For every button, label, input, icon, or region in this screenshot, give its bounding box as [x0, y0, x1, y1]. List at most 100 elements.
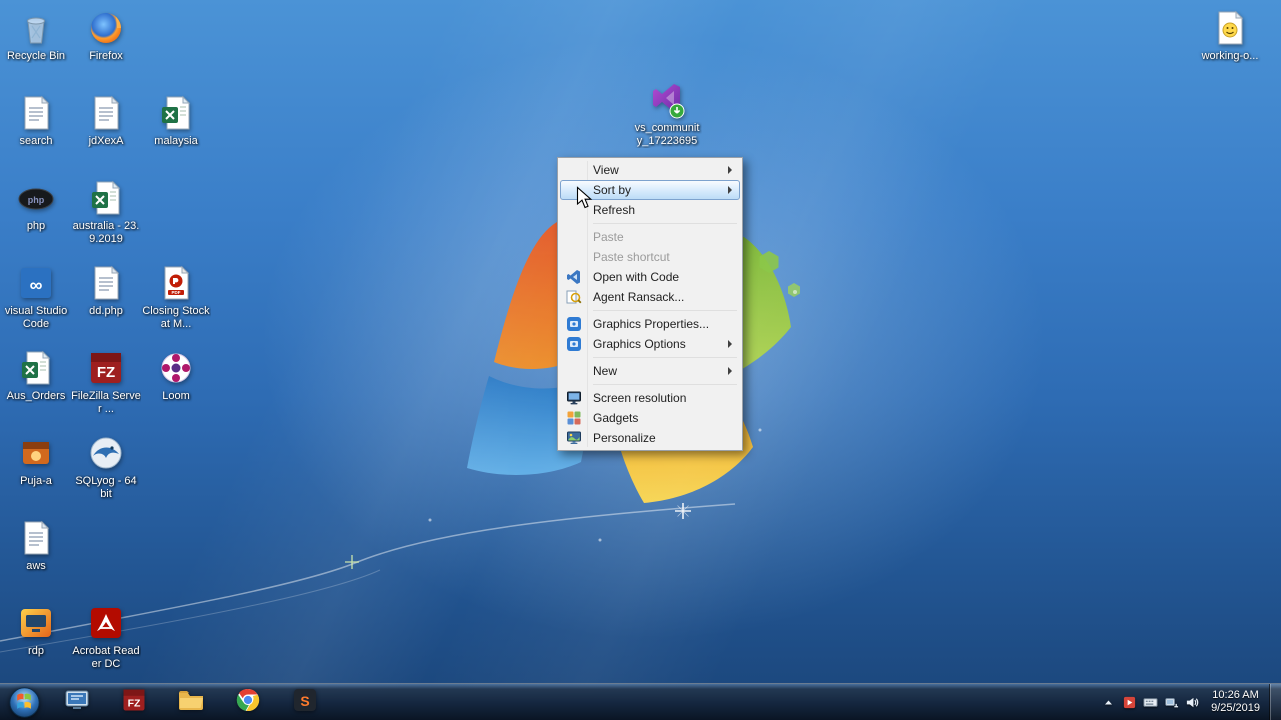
desktop-icon-label: search	[19, 135, 53, 147]
hidden-icons-chevron-icon[interactable]	[1098, 684, 1119, 720]
desktop-icon-recycle-bin[interactable]: Recycle Bin	[1, 8, 71, 63]
menu-separator	[593, 357, 737, 358]
menu-item-refresh[interactable]: Refresh	[560, 200, 740, 220]
menu-item-label: New	[593, 364, 618, 378]
taskbar-clock[interactable]: 10:26 AM 9/25/2019	[1203, 689, 1269, 715]
clock-date: 9/25/2019	[1211, 702, 1260, 714]
menu-item-label: Paste	[593, 230, 624, 244]
taskbar-button-remote-desktop[interactable]	[48, 684, 105, 720]
menu-item-gadgets[interactable]: Gadgets	[560, 408, 740, 428]
desktop-icon-label: Closing Stock at M...	[142, 305, 210, 330]
desktop-icon-label: php	[26, 220, 46, 232]
tray-app-icon[interactable]	[1119, 684, 1140, 720]
desktop-icon-label: aws	[26, 560, 46, 572]
network-icon[interactable]	[1161, 684, 1182, 720]
desktop-icon-label: Aus_Orders	[6, 390, 66, 402]
menu-item-label: Personalize	[593, 431, 656, 445]
desktop-icon-label: FileZilla Server ...	[71, 390, 141, 415]
vscode-icon: ∞	[16, 263, 56, 303]
desktop-icon-filezilla-server[interactable]: FZ FileZilla Server ...	[71, 348, 141, 416]
svg-text:∞: ∞	[30, 275, 43, 295]
desktop-icon-australia-23-9-2019[interactable]: australia - 23.9.2019	[71, 178, 141, 246]
menu-separator	[593, 310, 737, 311]
menu-item-graphics-properties[interactable]: Graphics Properties...	[560, 314, 740, 334]
gadgets-icon	[561, 410, 587, 426]
svg-text:PDF: PDF	[172, 290, 181, 295]
desktop-icon-loom[interactable]: Loom	[141, 348, 211, 403]
keyboard-icon[interactable]	[1140, 684, 1161, 720]
desktop-icon-rdp[interactable]: rdp	[1, 603, 71, 658]
desktop-icon-vs-community-17223695[interactable]: vs_community_17223695	[632, 80, 702, 148]
desktop-icon-acrobat-reader-dc[interactable]: Acrobat Reader DC	[71, 603, 141, 671]
menu-item-label: Sort by	[593, 183, 632, 197]
menu-item-label: Gadgets	[593, 411, 639, 425]
sqlyog-icon	[86, 433, 126, 473]
desktop-icon-dd-php[interactable]: dd.php	[71, 263, 141, 318]
windows-logo-icon	[8, 686, 40, 718]
menu-item-view[interactable]: View	[560, 160, 740, 180]
menu-separator	[593, 384, 737, 385]
desktop-icon-aws[interactable]: aws	[1, 518, 71, 573]
text-doc-icon	[16, 518, 56, 558]
taskbar-button-chrome[interactable]	[219, 684, 276, 720]
submenu-arrow-icon	[728, 340, 732, 348]
menu-item-personalize[interactable]: Personalize	[560, 428, 740, 448]
menu-item-screen-resolution[interactable]: Screen resolution	[560, 388, 740, 408]
vs-community-icon	[647, 80, 687, 120]
menu-item-paste: Paste	[560, 227, 740, 247]
php-icon: php	[16, 178, 56, 218]
menu-item-label: View	[593, 163, 619, 177]
desktop-icon-sqlyog-64-bit[interactable]: SQLyog - 64 bit	[71, 433, 141, 501]
menu-item-new[interactable]: New	[560, 361, 740, 381]
personalize-icon	[561, 430, 587, 446]
text-doc-icon	[86, 263, 126, 303]
taskbar-buttons: FZ S	[48, 684, 333, 720]
desktop-icon-jdxexa[interactable]: jdXexA	[71, 93, 141, 148]
desktop-icon-malaysia[interactable]: malaysia	[141, 93, 211, 148]
desktop-icon-aus-orders[interactable]: Aus_Orders	[1, 348, 71, 403]
desktop-icon-label: jdXexA	[88, 135, 124, 147]
taskbar-button-filezilla[interactable]: FZ	[105, 684, 162, 720]
menu-item-open-with-code[interactable]: Open with Code	[560, 267, 740, 287]
desktop-icon-puja-a[interactable]: Puja-a	[1, 433, 71, 488]
recycle-bin-icon	[16, 8, 56, 48]
rdp-icon	[16, 603, 56, 643]
desktop-icon-working-o[interactable]: working-o...	[1195, 8, 1265, 63]
menu-item-agent-ransack[interactable]: Agent Ransack...	[560, 287, 740, 307]
desktop-icon-label: Acrobat Reader DC	[72, 645, 140, 670]
desktop-icon-php[interactable]: php php	[1, 178, 71, 233]
menu-item-paste-shortcut: Paste shortcut	[560, 247, 740, 267]
context-menu: View Sort by Refresh Paste Paste shortcut Ope…	[557, 157, 743, 451]
screen-resolution-icon	[561, 390, 587, 406]
menu-item-sort-by[interactable]: Sort by	[560, 180, 740, 200]
taskbar-button-explorer[interactable]	[162, 684, 219, 720]
ransack-icon	[561, 289, 587, 305]
desktop-icon-label: Recycle Bin	[6, 50, 66, 62]
chrome-icon	[234, 686, 262, 719]
clock-time: 10:26 AM	[1212, 689, 1259, 701]
desktop-icon-label: vs_community_17223695	[634, 122, 700, 147]
intel-graphics-icon	[561, 316, 587, 332]
menu-item-label: Graphics Properties...	[593, 317, 710, 331]
menu-item-label: Screen resolution	[593, 391, 687, 405]
explorer-icon	[177, 686, 205, 719]
svg-text:S: S	[300, 693, 309, 709]
desktop-icon-label: visual Studio Code	[4, 305, 68, 330]
firefox-icon	[86, 8, 126, 48]
desktop-icon-visual-studio-code[interactable]: ∞ visual Studio Code	[1, 263, 71, 331]
volume-icon[interactable]	[1182, 684, 1203, 720]
excel-icon	[86, 178, 126, 218]
start-button[interactable]	[0, 684, 48, 720]
desktop-icon-closing-stock-at-m[interactable]: PDF Closing Stock at M...	[141, 263, 211, 331]
s-logo-icon: S	[291, 686, 319, 719]
desktop-icon-firefox[interactable]: Firefox	[71, 8, 141, 63]
svg-text:FZ: FZ	[97, 364, 115, 381]
taskbar-button-s-app[interactable]: S	[276, 684, 333, 720]
desktop-icon-search[interactable]: search	[1, 93, 71, 148]
excel-icon	[16, 348, 56, 388]
show-desktop-button[interactable]	[1269, 683, 1281, 720]
acrobat-icon	[86, 603, 126, 643]
menu-item-graphics-options[interactable]: Graphics Options	[560, 334, 740, 354]
menu-item-label: Graphics Options	[593, 337, 686, 351]
excel-icon	[156, 93, 196, 133]
